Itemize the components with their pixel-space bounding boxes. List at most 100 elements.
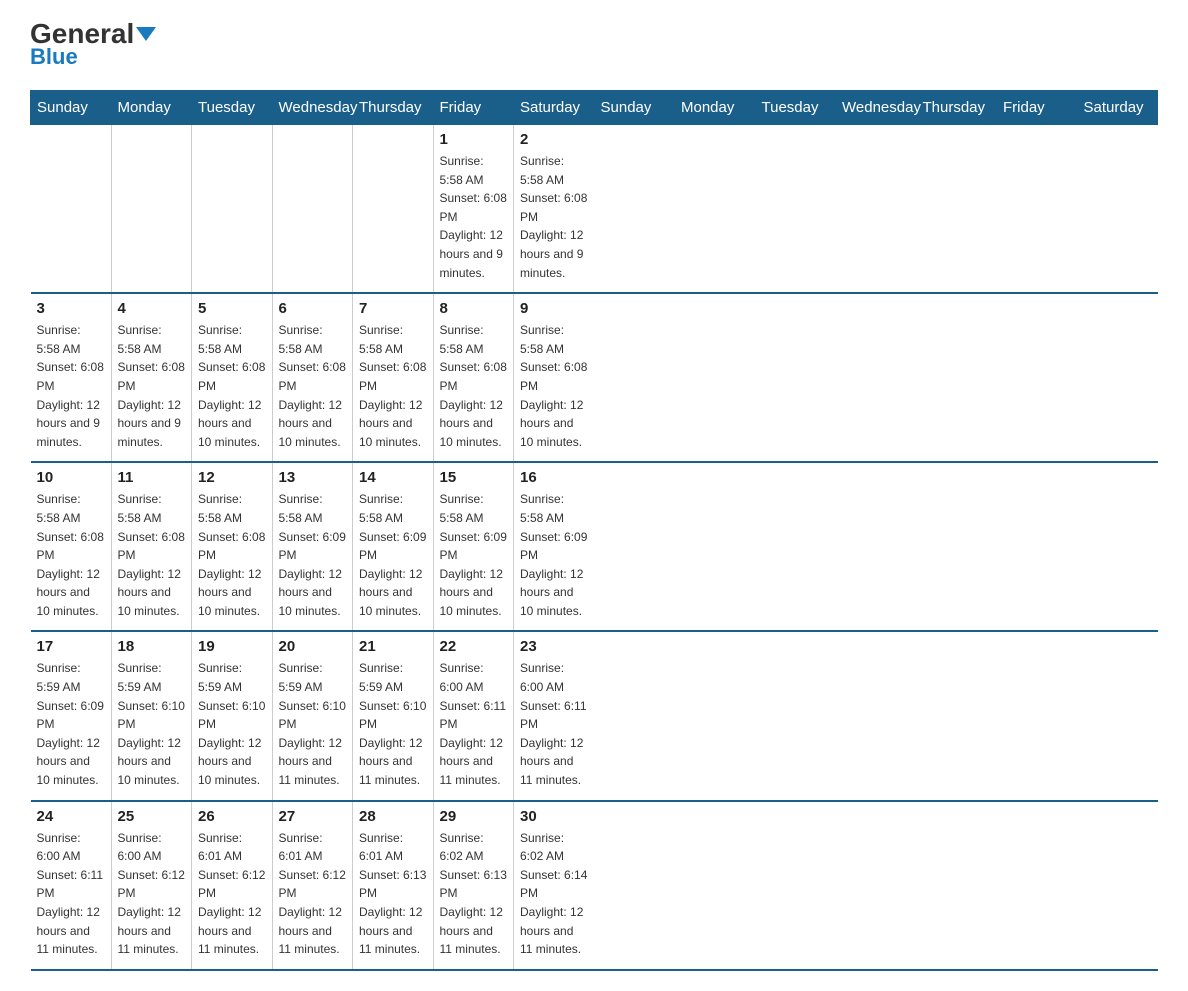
sun-info: Sunrise: 5:58 AMSunset: 6:08 PMDaylight:… bbox=[198, 321, 266, 451]
sun-info: Sunrise: 5:58 AMSunset: 6:08 PMDaylight:… bbox=[198, 490, 266, 620]
day-number: 16 bbox=[520, 469, 588, 486]
calendar-cell: 25 Sunrise: 6:00 AMSunset: 6:12 PMDayligh… bbox=[111, 801, 192, 970]
sun-info: Sunrise: 5:58 AMSunset: 6:08 PMDaylight:… bbox=[118, 490, 186, 620]
weekday-header-monday: Monday bbox=[675, 91, 756, 125]
header-thursday: Thursday bbox=[353, 91, 434, 125]
sun-info: Sunrise: 5:58 AMSunset: 6:09 PMDaylight:… bbox=[359, 490, 427, 620]
calendar-cell: 7Sunrise: 5:58 AMSunset: 6:08 PMDaylight… bbox=[353, 293, 434, 462]
calendar-cell: 9 Sunrise: 5:58 AMSunset: 6:08 PMDaylight… bbox=[514, 293, 595, 462]
week-row-2: 3 Sunrise: 5:58 AMSunset: 6:08 PMDaylight… bbox=[31, 293, 1158, 462]
day-number: 20 bbox=[279, 638, 347, 655]
calendar-cell: 16 Sunrise: 5:58 AMSunset: 6:09 PMDayligh… bbox=[514, 462, 595, 631]
calendar-cell: 26 Sunrise: 6:01 AMSunset: 6:12 PMDayligh… bbox=[192, 801, 273, 970]
week-row-5: 24 Sunrise: 6:00 AMSunset: 6:11 PMDayligh… bbox=[31, 801, 1158, 970]
day-number: 9 bbox=[520, 300, 588, 317]
calendar-cell: 21 Sunrise: 5:59 AMSunset: 6:10 PMDayligh… bbox=[353, 631, 434, 800]
day-number: 26 bbox=[198, 808, 266, 825]
sun-info: Sunrise: 6:00 AMSunset: 6:11 PMDaylight:… bbox=[520, 659, 588, 789]
calendar-cell bbox=[353, 125, 434, 294]
calendar-cell: 3Sunrise: 5:58 AMSunset: 6:08 PMDaylight… bbox=[31, 293, 112, 462]
day-number: 5 bbox=[198, 300, 266, 317]
header-saturday: Saturday bbox=[514, 91, 595, 125]
day-number: 28 bbox=[359, 808, 427, 825]
day-number: 10 bbox=[37, 469, 105, 486]
sun-info: Sunrise: 5:58 AMSunset: 6:08 PMDaylight:… bbox=[440, 321, 508, 451]
day-number: 15 bbox=[440, 469, 508, 486]
weekday-header-thursday: Thursday bbox=[916, 91, 997, 125]
calendar-cell: 22 Sunrise: 6:00 AMSunset: 6:11 PMDayligh… bbox=[433, 631, 514, 800]
calendar-cell bbox=[272, 125, 353, 294]
calendar-cell: 2 Sunrise: 5:58 AMSunset: 6:08 PMDaylight… bbox=[514, 125, 595, 294]
sun-info: Sunrise: 5:59 AMSunset: 6:10 PMDaylight:… bbox=[198, 659, 266, 789]
day-number: 25 bbox=[118, 808, 186, 825]
calendar-cell bbox=[192, 125, 273, 294]
sun-info: Sunrise: 6:00 AMSunset: 6:12 PMDaylight:… bbox=[118, 829, 186, 959]
sun-info: Sunrise: 6:00 AMSunset: 6:11 PMDaylight:… bbox=[440, 659, 508, 789]
sun-info: Sunrise: 5:58 AMSunset: 6:08 PMDaylight:… bbox=[520, 321, 588, 451]
weekday-header-saturday: Saturday bbox=[1077, 91, 1158, 125]
week-row-3: 10 Sunrise: 5:58 AMSunset: 6:08 PMDayligh… bbox=[31, 462, 1158, 631]
calendar-header-row: SundayMondayTuesdayWednesdayThursdayFrid… bbox=[31, 91, 1158, 125]
calendar-cell: 17 Sunrise: 5:59 AMSunset: 6:09 PMDayligh… bbox=[31, 631, 112, 800]
weekday-header-tuesday: Tuesday bbox=[755, 91, 836, 125]
calendar-cell: 28 Sunrise: 6:01 AMSunset: 6:13 PMDayligh… bbox=[353, 801, 434, 970]
sun-info: Sunrise: 5:58 AMSunset: 6:09 PMDaylight:… bbox=[520, 490, 588, 620]
weekday-header-friday: Friday bbox=[997, 91, 1078, 125]
day-number: 12 bbox=[198, 469, 266, 486]
calendar-cell: 23 Sunrise: 6:00 AMSunset: 6:11 PMDayligh… bbox=[514, 631, 595, 800]
header-monday: Monday bbox=[111, 91, 192, 125]
calendar-table: SundayMondayTuesdayWednesdayThursdayFrid… bbox=[30, 90, 1158, 971]
sun-info: Sunrise: 5:59 AMSunset: 6:10 PMDaylight:… bbox=[279, 659, 347, 789]
calendar-cell: 12 Sunrise: 5:58 AMSunset: 6:08 PMDayligh… bbox=[192, 462, 273, 631]
sun-info: Sunrise: 5:58 AMSunset: 6:08 PMDaylight:… bbox=[37, 490, 105, 620]
weekday-header-sunday: Sunday bbox=[594, 91, 675, 125]
calendar-cell: 10 Sunrise: 5:58 AMSunset: 6:08 PMDayligh… bbox=[31, 462, 112, 631]
day-number: 21 bbox=[359, 638, 427, 655]
header-friday: Friday bbox=[433, 91, 514, 125]
sun-info: Sunrise: 5:58 AMSunset: 6:08 PMDaylight:… bbox=[118, 321, 186, 451]
calendar-cell: 1 Sunrise: 5:58 AMSunset: 6:08 PMDaylight… bbox=[433, 125, 514, 294]
sun-info: Sunrise: 5:59 AMSunset: 6:09 PMDaylight:… bbox=[37, 659, 105, 789]
day-number: 22 bbox=[440, 638, 508, 655]
calendar-cell bbox=[111, 125, 192, 294]
day-number: 14 bbox=[359, 469, 427, 486]
sun-info: Sunrise: 6:02 AMSunset: 6:14 PMDaylight:… bbox=[520, 829, 588, 959]
day-number: 6 bbox=[279, 300, 347, 317]
sun-info: Sunrise: 6:02 AMSunset: 6:13 PMDaylight:… bbox=[440, 829, 508, 959]
sun-info: Sunrise: 5:58 AMSunset: 6:08 PMDaylight:… bbox=[440, 152, 508, 282]
day-number: 19 bbox=[198, 638, 266, 655]
calendar-cell: 4Sunrise: 5:58 AMSunset: 6:08 PMDaylight… bbox=[111, 293, 192, 462]
day-number: 24 bbox=[37, 808, 105, 825]
logo: General Blue bbox=[30, 20, 156, 70]
calendar-cell: 20 Sunrise: 5:59 AMSunset: 6:10 PMDayligh… bbox=[272, 631, 353, 800]
sun-info: Sunrise: 5:58 AMSunset: 6:08 PMDaylight:… bbox=[520, 152, 588, 282]
calendar-cell: 24 Sunrise: 6:00 AMSunset: 6:11 PMDayligh… bbox=[31, 801, 112, 970]
sun-info: Sunrise: 5:58 AMSunset: 6:08 PMDaylight:… bbox=[359, 321, 427, 451]
calendar-cell: 13Sunrise: 5:58 AMSunset: 6:09 PMDayligh… bbox=[272, 462, 353, 631]
week-row-1: 1 Sunrise: 5:58 AMSunset: 6:08 PMDaylight… bbox=[31, 125, 1158, 294]
sun-info: Sunrise: 5:58 AMSunset: 6:08 PMDaylight:… bbox=[279, 321, 347, 451]
logo-triangle-icon bbox=[136, 27, 156, 41]
day-number: 23 bbox=[520, 638, 588, 655]
sun-info: Sunrise: 6:00 AMSunset: 6:11 PMDaylight:… bbox=[37, 829, 105, 959]
sun-info: Sunrise: 6:01 AMSunset: 6:13 PMDaylight:… bbox=[359, 829, 427, 959]
header-wednesday: Wednesday bbox=[272, 91, 353, 125]
weekday-header-wednesday: Wednesday bbox=[836, 91, 917, 125]
day-number: 3 bbox=[37, 300, 105, 317]
day-number: 17 bbox=[37, 638, 105, 655]
day-number: 18 bbox=[118, 638, 186, 655]
calendar-cell: 6 Sunrise: 5:58 AMSunset: 6:08 PMDaylight… bbox=[272, 293, 353, 462]
day-number: 30 bbox=[520, 808, 588, 825]
sun-info: Sunrise: 6:01 AMSunset: 6:12 PMDaylight:… bbox=[279, 829, 347, 959]
sun-info: Sunrise: 6:01 AMSunset: 6:12 PMDaylight:… bbox=[198, 829, 266, 959]
day-number: 11 bbox=[118, 469, 186, 486]
day-number: 13 bbox=[279, 469, 347, 486]
calendar-cell: 18Sunrise: 5:59 AMSunset: 6:10 PMDayligh… bbox=[111, 631, 192, 800]
day-number: 27 bbox=[279, 808, 347, 825]
calendar-cell: 11 Sunrise: 5:58 AMSunset: 6:08 PMDayligh… bbox=[111, 462, 192, 631]
day-number: 2 bbox=[520, 131, 588, 148]
day-number: 1 bbox=[440, 131, 508, 148]
calendar-cell: 19 Sunrise: 5:59 AMSunset: 6:10 PMDayligh… bbox=[192, 631, 273, 800]
calendar-cell: 8Sunrise: 5:58 AMSunset: 6:08 PMDaylight… bbox=[433, 293, 514, 462]
sun-info: Sunrise: 5:59 AMSunset: 6:10 PMDaylight:… bbox=[359, 659, 427, 789]
